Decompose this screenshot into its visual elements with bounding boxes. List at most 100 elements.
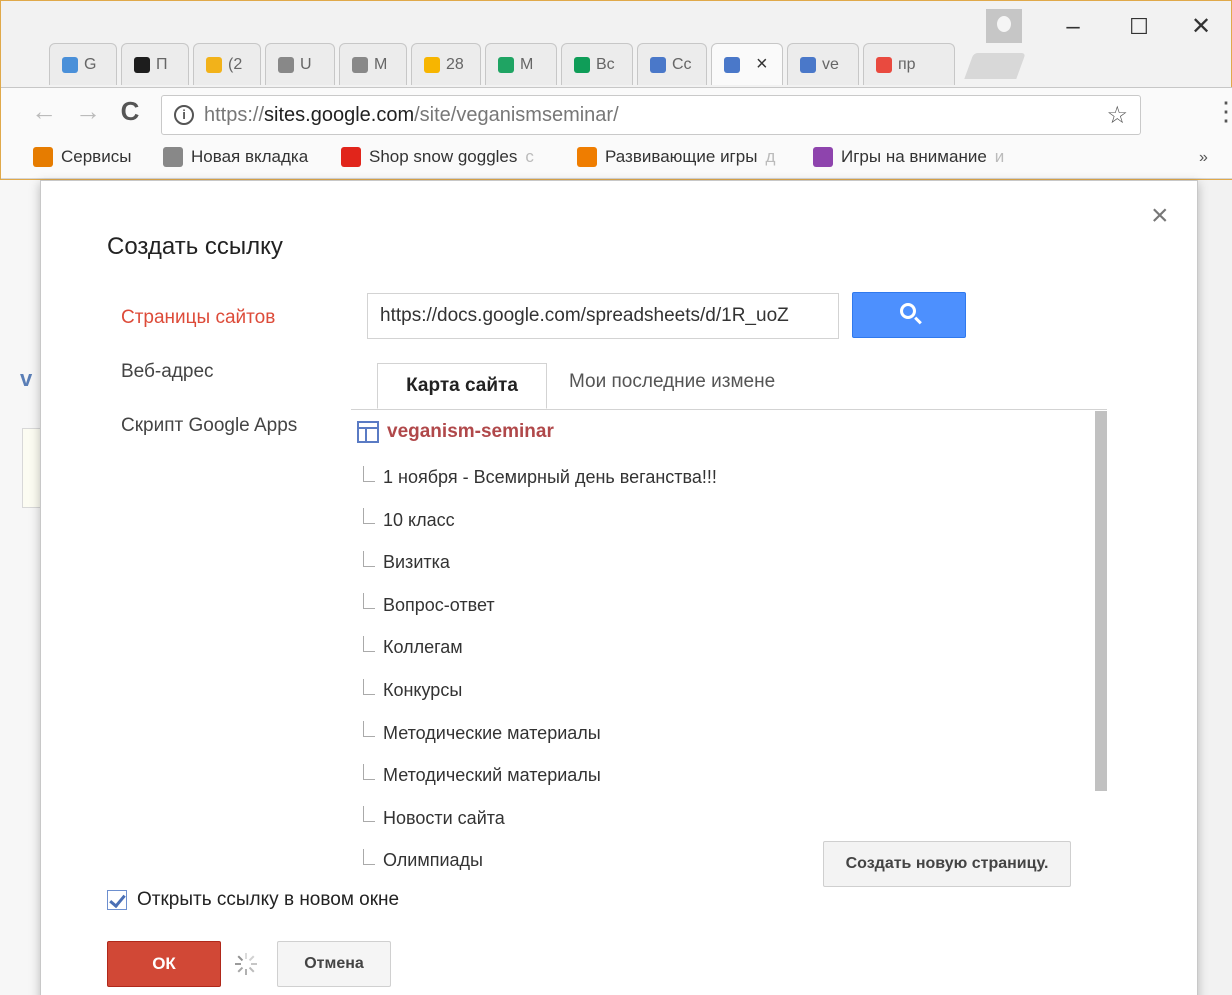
- browser-toolbar: ← → C i https://sites.google.com/site/ve…: [1, 87, 1232, 139]
- sidebar-item-site-pages[interactable]: Страницы сайтов: [121, 307, 275, 329]
- bookmark-label-fade: c: [525, 147, 534, 166]
- user-profile-icon[interactable]: [986, 9, 1022, 43]
- browser-tab-label: Вс: [596, 55, 615, 73]
- browser-tab[interactable]: П: [121, 43, 189, 85]
- tree-item[interactable]: 10 класс: [363, 508, 455, 531]
- browser-tab[interactable]: ×: [711, 43, 783, 85]
- apps-grid-icon: [33, 147, 53, 167]
- tab-sitemap[interactable]: Карта сайта: [377, 363, 547, 409]
- search-button[interactable]: [852, 292, 966, 338]
- new-tab-button[interactable]: [964, 53, 1026, 79]
- address-bar[interactable]: i https://sites.google.com/site/veganism…: [161, 95, 1141, 135]
- info-icon[interactable]: i: [174, 105, 194, 125]
- tree-item[interactable]: Визитка: [363, 550, 450, 573]
- browser-tab[interactable]: 28: [411, 43, 481, 85]
- tree-root[interactable]: veganism-seminar: [357, 421, 554, 443]
- open-new-window-row[interactable]: Открыть ссылку в новом окне: [107, 889, 399, 911]
- drop-icon: [62, 56, 78, 73]
- spinner-spoke: [248, 955, 255, 962]
- browser-tab[interactable]: G: [49, 43, 117, 85]
- tree-item[interactable]: 1 ноября - Всемирный день веганства!!!: [363, 465, 717, 488]
- create-new-page-button[interactable]: Создать новую страницу.: [823, 841, 1071, 887]
- forward-arrow-icon[interactable]: →: [73, 96, 103, 127]
- tree-item[interactable]: Конкурсы: [363, 678, 462, 701]
- spinner-spoke: [251, 963, 257, 965]
- bookmark-item[interactable]: Игры на внимание и: [813, 147, 1004, 167]
- bookmark-item[interactable]: Сервисы: [33, 147, 131, 167]
- browser-tab[interactable]: М: [339, 43, 407, 85]
- cancel-button[interactable]: Отмена: [277, 941, 391, 987]
- tree-connector: [363, 550, 375, 567]
- document-icon: [278, 56, 294, 73]
- tree-connector: [363, 721, 375, 738]
- tree-item[interactable]: Методические материалы: [363, 721, 601, 744]
- tree-item[interactable]: Олимпиады: [363, 848, 483, 871]
- tree-item-label: Олимпиады: [383, 850, 483, 871]
- tree-item-label: Вопрос-ответ: [383, 594, 495, 615]
- bookmarks-bar: Сервисы Новая вкладка Shop snow goggles c Ра…: [1, 139, 1232, 179]
- reload-icon[interactable]: C: [115, 96, 145, 127]
- browser-tab[interactable]: пр: [863, 43, 955, 85]
- tree-item[interactable]: Вопрос-ответ: [363, 593, 495, 616]
- page-fragment-text: v: [20, 366, 33, 391]
- sites-icon: [724, 56, 740, 73]
- spinner-spoke: [235, 963, 241, 965]
- bookmark-label: Сервисы: [61, 147, 132, 166]
- bookmark-label: Игры на внимание: [841, 147, 987, 166]
- sidebar-item-apps-script[interactable]: Скрипт Google Apps: [121, 415, 297, 437]
- tree-root-label: veganism-seminar: [387, 421, 554, 442]
- browser-tab-label: ve: [822, 55, 839, 73]
- browser-tab[interactable]: ve: [787, 43, 859, 85]
- sheets-icon: [574, 56, 590, 73]
- browser-tab-label: пр: [898, 55, 916, 73]
- scrollbar-thumb[interactable]: [1095, 411, 1107, 791]
- close-icon[interactable]: ×: [1151, 201, 1169, 231]
- bookmark-item[interactable]: Shop snow goggles c: [341, 147, 534, 167]
- bag-icon: [206, 56, 222, 73]
- maximize-icon[interactable]: ☐: [1119, 13, 1159, 41]
- url-protocol: https://: [204, 103, 265, 126]
- browser-tab[interactable]: Сс: [637, 43, 707, 85]
- drive-icon: [498, 56, 514, 73]
- bookmark-item[interactable]: Развивающие игры д: [577, 147, 775, 167]
- url-host: sites.google.com: [264, 103, 415, 126]
- spinner-spoke: [245, 969, 247, 975]
- menu-dots-icon[interactable]: ⋮: [1213, 96, 1232, 127]
- bookmark-label: Развивающие игры: [605, 147, 758, 166]
- page-background-left: [0, 180, 40, 995]
- url-input[interactable]: [367, 293, 839, 339]
- tree-connector: [363, 848, 375, 865]
- spinner-spoke: [237, 955, 244, 962]
- close-tab-icon[interactable]: ×: [756, 53, 768, 76]
- browser-tab-label: М: [520, 55, 534, 73]
- page-background-right: [1198, 180, 1232, 995]
- spinner-spoke: [237, 966, 244, 973]
- tab-recent-changes[interactable]: Мои последние измене: [569, 371, 775, 393]
- close-window-icon[interactable]: ✕: [1181, 13, 1221, 41]
- bookmark-item[interactable]: Новая вкладка: [163, 147, 308, 167]
- bookmarks-more-icon[interactable]: »: [1199, 149, 1208, 167]
- tab-strip: G П (2 U М 28 М Вс Сс × ve пр – ☐ ✕: [1, 1, 1232, 89]
- site-icon: [357, 421, 379, 443]
- browser-tab[interactable]: (2: [193, 43, 261, 85]
- tree-connector: [363, 593, 375, 610]
- browser-tab[interactable]: U: [265, 43, 335, 85]
- open-new-window-label: Открыть ссылку в новом окне: [137, 889, 400, 910]
- document-icon: [352, 56, 368, 73]
- tree-item-label: Методические материалы: [383, 722, 601, 743]
- browser-tab[interactable]: Вс: [561, 43, 633, 85]
- bookmark-star-icon[interactable]: ☆: [1106, 101, 1128, 130]
- mail-icon: [424, 56, 440, 73]
- back-arrow-icon[interactable]: ←: [29, 96, 59, 127]
- tree-item[interactable]: Методический материалы: [363, 763, 601, 786]
- tree-item-label: Новости сайта: [383, 807, 505, 828]
- tree-connector: [363, 508, 375, 525]
- browser-tab[interactable]: М: [485, 43, 557, 85]
- ok-button[interactable]: ОК: [107, 941, 221, 987]
- tree-item[interactable]: Новости сайта: [363, 806, 505, 829]
- minimize-icon[interactable]: –: [1053, 13, 1093, 41]
- browser-tab-label: М: [374, 55, 388, 73]
- open-new-window-checkbox[interactable]: [107, 890, 127, 910]
- tree-item[interactable]: Коллегам: [363, 635, 463, 658]
- sidebar-item-web-address[interactable]: Веб-адрес: [121, 361, 214, 383]
